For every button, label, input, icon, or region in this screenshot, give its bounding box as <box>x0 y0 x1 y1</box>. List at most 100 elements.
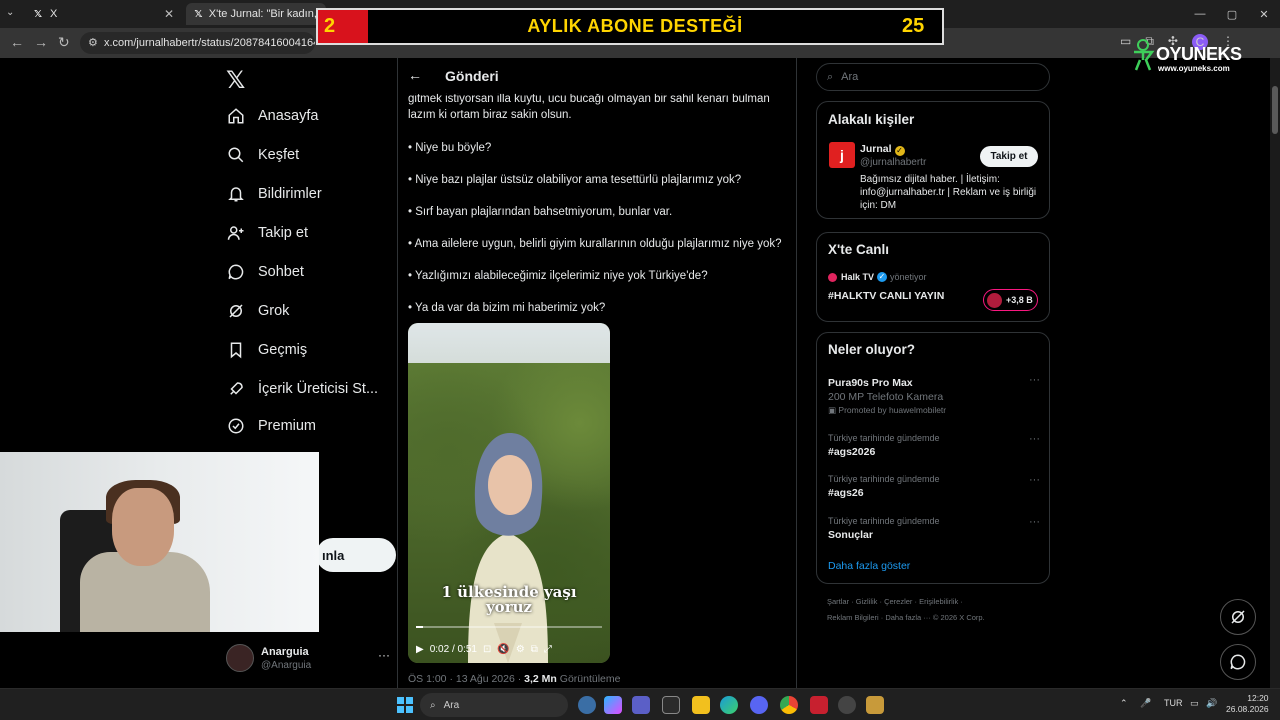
reload-icon[interactable]: ↻ <box>58 34 70 51</box>
taskbar-search[interactable]: ⌕ Ara <box>420 693 568 717</box>
copilot-icon[interactable] <box>604 696 622 714</box>
post-button-label: ınla <box>322 547 345 563</box>
chat-fab-button[interactable] <box>1220 644 1256 680</box>
post-header: ← Gönderi <box>398 58 796 94</box>
sidebar-item-follow[interactable]: Takip et <box>226 219 308 247</box>
game-icon[interactable] <box>866 696 884 714</box>
sidebar-item-notifications[interactable]: Bildirimler <box>226 180 322 208</box>
close-icon[interactable]: ✕ <box>164 7 174 21</box>
more-icon[interactable]: ··· <box>1029 433 1040 445</box>
captions-icon[interactable]: ⊡ <box>483 644 491 655</box>
app-icon[interactable] <box>810 696 828 714</box>
back-arrow-icon[interactable]: ← <box>408 67 422 83</box>
post-text: • Niye bu böyle? <box>408 142 492 154</box>
trend-item[interactable]: Türkiye tarihinde gündemde #ags26 ··· <box>828 474 1040 499</box>
clock-time: 12:20 <box>1247 693 1269 703</box>
task-view-icon[interactable] <box>578 696 596 714</box>
more-icon[interactable]: ··· <box>1029 474 1040 486</box>
obs-icon[interactable] <box>838 696 856 714</box>
promoted-icon: ▣ <box>828 405 839 415</box>
post-timestamp: ÖS 1:00 · 13 Ağu 2026 · <box>408 673 525 685</box>
scrollbar-thumb[interactable] <box>1272 86 1278 134</box>
trend-context: Türkiye tarihinde gündemde <box>828 516 940 526</box>
sidebar-item-explore[interactable]: Keşfet <box>226 141 299 169</box>
network-icon[interactable]: ▭ <box>1190 698 1199 709</box>
oyuneks-watermark: OYUNEKS www.oyuneks.com <box>1128 36 1248 76</box>
live-card: X'te Canlı Halk TV ✓ yönetiyor #HALKTV C… <box>816 232 1050 322</box>
back-icon[interactable]: ← <box>10 34 24 50</box>
verified-badge-icon: ✓ <box>894 146 905 156</box>
windows-taskbar: ⌕ Ara ⌃ 🎤 TUR ▭ 🔊 12:20 26.08.2026 <box>0 688 1280 720</box>
sidebar-item-chat[interactable]: Sohbet <box>226 258 304 286</box>
pip-icon[interactable]: ⧉ <box>531 644 538 655</box>
post-button[interactable]: ınla <box>316 538 396 572</box>
mute-icon[interactable]: 🔇 <box>497 644 509 655</box>
minimize-icon[interactable]: — <box>1184 0 1216 28</box>
sidebar-item-home[interactable]: Anasayfa <box>226 102 318 130</box>
more-icon[interactable]: ··· <box>378 648 390 662</box>
trend-item[interactable]: Türkiye tarihinde gündemde Sonuçlar ··· <box>828 516 1040 541</box>
fullscreen-icon[interactable]: ⤢ <box>544 644 552 655</box>
live-host-name: Halk TV <box>841 272 875 282</box>
grok-icon <box>1231 610 1245 624</box>
jurnal-avatar-icon[interactable]: j <box>829 142 855 168</box>
trend-item[interactable]: Türkiye tarihinde gündemde #ags2026 ··· <box>828 433 1040 458</box>
more-icon[interactable]: ··· <box>1029 516 1040 528</box>
account-switcher[interactable]: Anarguia @Anarguia ··· <box>226 644 390 674</box>
play-icon[interactable]: ▶ <box>416 644 424 655</box>
search-icon: ⌕ <box>430 699 436 711</box>
maximize-icon[interactable]: ▢ <box>1216 0 1248 28</box>
page-scrollbar[interactable] <box>1270 58 1280 688</box>
sidebar-item-creator-studio[interactable]: İçerik Üreticisi St... <box>226 375 378 403</box>
live-stream-title[interactable]: #HALKTV CANLI YAYIN <box>828 290 944 302</box>
taskbar-clock[interactable]: 12:20 26.08.2026 <box>1226 693 1269 715</box>
follow-button[interactable]: Takip et <box>980 146 1038 167</box>
close-window-icon[interactable]: ✕ <box>1248 0 1280 28</box>
windows-start-icon[interactable] <box>396 696 414 714</box>
related-name[interactable]: Jurnal ✓ <box>860 143 905 156</box>
grok-fab-button[interactable] <box>1220 599 1256 635</box>
teams-icon[interactable] <box>632 696 650 714</box>
trend-name: Pura90s Pro Max <box>828 377 913 389</box>
address-bar[interactable]: ⚙ x.com/jurnalhabertr/status/20878416004… <box>80 32 315 54</box>
browser-tab-post[interactable]: 𝕏 X'te Jurnal: "Bir kadın, Türkiye' <box>186 3 326 25</box>
site-info-icon[interactable]: ⚙ <box>88 36 98 49</box>
trend-item[interactable]: Pura90s Pro Max 200 MP Telefoto Kamera ▣… <box>828 374 1040 416</box>
more-icon[interactable]: ··· <box>1029 374 1040 386</box>
browser-tab-x[interactable]: 𝕏 X ✕ <box>24 3 182 25</box>
forward-icon[interactable]: → <box>34 34 48 50</box>
post-views: 3,2 Mn <box>524 673 557 685</box>
search-input[interactable]: ⌕ Ara <box>816 63 1050 91</box>
grok-icon <box>226 301 246 321</box>
post-text: • Ama ailelere uygun, belirli giyim kura… <box>408 238 782 250</box>
store-icon[interactable] <box>662 696 680 714</box>
settings-icon[interactable]: ⚙ <box>516 644 525 655</box>
live-listeners: +3,8 B <box>1006 295 1033 305</box>
footer-links[interactable]: Reklam Bilgileri · Daha fazla ··· © 2026… <box>827 610 1037 626</box>
video-progress-bar[interactable] <box>416 626 602 628</box>
edge-icon[interactable] <box>720 696 738 714</box>
footer-links[interactable]: Şartlar · Gizlilik · Çerezler · Erişileb… <box>827 594 1037 610</box>
sidebar-item-label: Sohbet <box>258 264 304 280</box>
live-listeners-pill[interactable]: +3,8 B <box>983 289 1038 311</box>
mic-icon[interactable]: 🎤 <box>1140 698 1151 709</box>
show-more-link[interactable]: Daha fazla göster <box>828 560 910 572</box>
chrome-icon[interactable] <box>780 696 798 714</box>
sidebar-item-grok[interactable]: Grok <box>226 297 289 325</box>
sidebar-item-premium[interactable]: Premium <box>226 412 316 440</box>
folder-icon[interactable] <box>692 696 710 714</box>
post-video[interactable]: 1 ülkesinde yaşı yoruz ▶ 0:02 / 0:51 ⊡ 🔇… <box>408 323 610 663</box>
tray-chevron-icon[interactable]: ⌃ <box>1120 698 1128 709</box>
language-indicator[interactable]: TUR <box>1164 698 1183 708</box>
live-host-role: yönetiyor <box>890 272 927 282</box>
discord-icon[interactable] <box>750 696 768 714</box>
column-divider <box>796 58 797 688</box>
avatar <box>226 644 254 672</box>
trend-name: #ags26 <box>828 487 864 499</box>
tab-search-icon[interactable]: ⌄ <box>6 7 14 18</box>
x-logo-icon[interactable]: 𝕏 <box>226 66 245 95</box>
volume-icon[interactable]: 🔊 <box>1206 698 1217 709</box>
related-bio: Bağımsız dijital haber. | İletişim: info… <box>860 174 1037 211</box>
sidebar-item-bookmarks[interactable]: Geçmiş <box>226 336 307 364</box>
trend-context: Türkiye tarihinde gündemde <box>828 433 940 443</box>
